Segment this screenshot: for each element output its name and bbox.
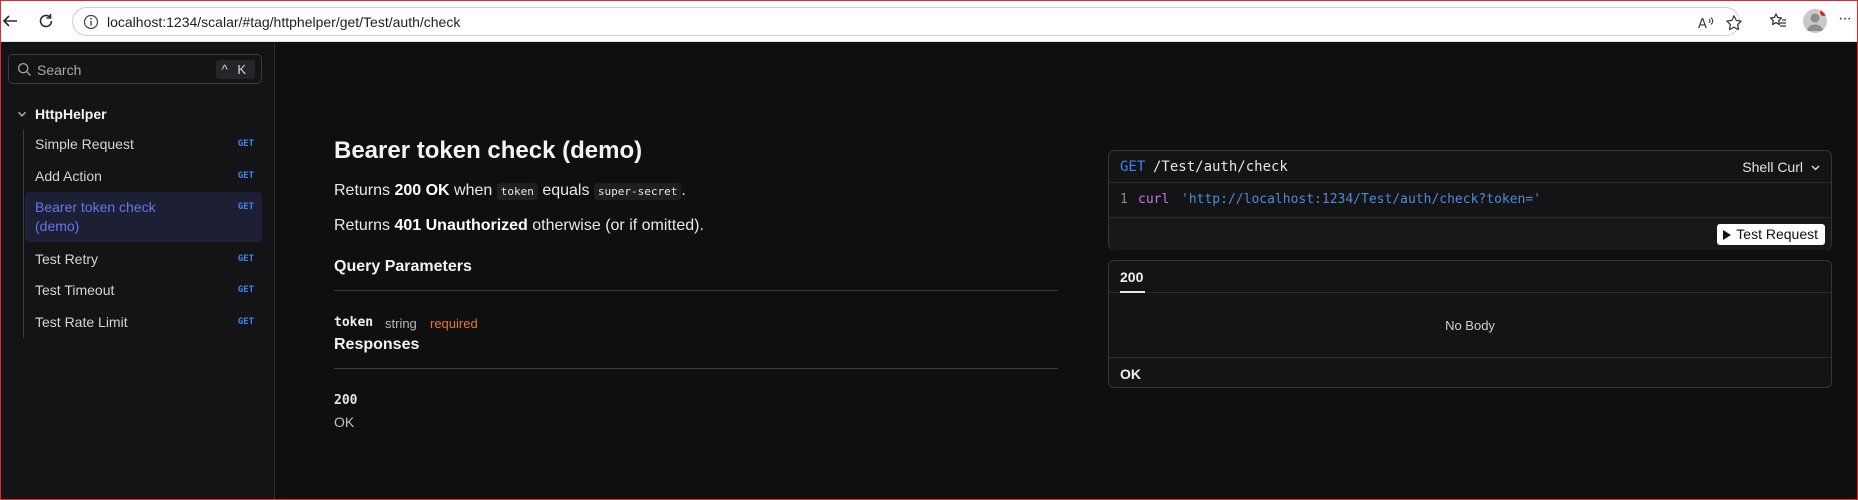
- code-keyword: curl: [1138, 192, 1170, 207]
- profile-avatar[interactable]: [1803, 9, 1827, 33]
- request-method: GET: [1120, 159, 1146, 175]
- param-type: string: [385, 316, 417, 331]
- sidebar-item-label: Test Retry: [35, 251, 99, 267]
- desc-text: Returns: [334, 182, 395, 199]
- site-info-icon[interactable]: [83, 14, 99, 30]
- chevron-down-icon[interactable]: [1810, 162, 1821, 173]
- request-card-footer: Test Request: [1109, 217, 1831, 250]
- desc-text: .: [681, 182, 686, 199]
- sidebar-item-label: Simple Request: [35, 136, 134, 152]
- favorite-star-icon[interactable]: [1724, 13, 1744, 33]
- inline-code: super-secret: [593, 183, 682, 200]
- method-badge: GET: [237, 254, 254, 264]
- response-body-empty: No Body: [1445, 317, 1495, 333]
- sidebar-group-title: HttpHelper: [35, 106, 107, 122]
- desc-text: equals: [537, 182, 594, 199]
- search-placeholder: Search: [37, 62, 82, 78]
- param-name: token: [334, 315, 374, 330]
- more-menu-icon[interactable]: ···: [1838, 10, 1852, 28]
- response-description: OK: [334, 414, 355, 430]
- tree-guide-line: [23, 130, 24, 338]
- param-required-badge: required: [430, 316, 478, 331]
- inline-code: token: [496, 183, 538, 200]
- sidebar-item-bearer-token-check[interactable]: Bearer token check (demo) GET: [25, 192, 262, 242]
- response-status-code: 200: [334, 393, 358, 408]
- desc-text: Returns: [334, 217, 395, 234]
- chevron-down-icon: [18, 111, 26, 117]
- search-shortcut-badge: ^ K: [215, 60, 255, 79]
- client-selector[interactable]: Shell Curl: [1742, 159, 1803, 175]
- divider: [334, 368, 1058, 369]
- page-title: Bearer token check (demo): [334, 137, 643, 164]
- request-example-card: GET /Test/auth/check Shell Curl 1 curl '…: [1108, 150, 1832, 250]
- desc-text: when: [449, 182, 497, 199]
- sidebar-item-simple-request[interactable]: Simple Request GET: [25, 130, 262, 158]
- sidebar-item-test-timeout[interactable]: Test Timeout GET: [25, 276, 262, 304]
- sidebar-item-label: Test Timeout: [35, 282, 115, 298]
- response-tabs: 200: [1109, 261, 1831, 293]
- favorites-icon[interactable]: [1768, 11, 1788, 31]
- sidebar-item-test-retry[interactable]: Test Retry GET: [25, 245, 262, 273]
- main-content: Bearer token check (demo) Returns 200 OK…: [276, 42, 1858, 500]
- sidebar-item-label: Bearer token check (demo): [35, 199, 156, 234]
- description-line-2: Returns 401 Unauthorized otherwise (or i…: [334, 217, 704, 235]
- desc-bold: 200 OK: [394, 182, 450, 199]
- code-url: 'http://localhost:1234/Test/auth/check?t…: [1181, 192, 1542, 207]
- tab-200[interactable]: 200: [1120, 269, 1143, 285]
- method-badge: GET: [237, 285, 254, 295]
- desc-bold: 401 Unauthorized: [394, 217, 528, 234]
- sidebar-item-add-action[interactable]: Add Action GET: [25, 162, 262, 190]
- description-line-1: Returns 200 OK when token equals super-s…: [334, 182, 686, 200]
- browser-toolbar: localhost:1234/scalar/#tag/httphelper/ge…: [0, 0, 1858, 42]
- sidebar-item-test-rate-limit[interactable]: Test Rate Limit GET: [25, 308, 262, 336]
- method-badge: GET: [237, 317, 254, 327]
- search-icon: [17, 62, 32, 77]
- test-request-button[interactable]: Test Request: [1717, 224, 1825, 245]
- sidebar-group-httphelper[interactable]: HttpHelper: [16, 104, 107, 124]
- desc-text: otherwise (or if omitted).: [527, 217, 704, 234]
- responses-heading: Responses: [334, 336, 420, 353]
- url-text[interactable]: localhost:1234/scalar/#tag/httphelper/ge…: [107, 14, 460, 30]
- play-icon: [1723, 229, 1732, 240]
- request-path: /Test/auth/check: [1153, 159, 1288, 175]
- sidebar-item-label: Add Action: [35, 168, 102, 184]
- address-bar[interactable]: localhost:1234/scalar/#tag/httphelper/ge…: [72, 7, 1742, 36]
- response-card-footer: OK: [1109, 357, 1831, 388]
- sidebar: Search ^ K HttpHelper Simple Request GET…: [0, 42, 275, 500]
- response-status-text: OK: [1120, 366, 1141, 382]
- code-block: 1 curl 'http://localhost:1234/Test/auth/…: [1109, 183, 1831, 217]
- method-badge: GET: [237, 139, 254, 149]
- test-request-label: Test Request: [1736, 226, 1818, 242]
- sidebar-item-label: Test Rate Limit: [35, 314, 128, 330]
- response-example-card: 200 No Body OK: [1108, 260, 1832, 388]
- search-input[interactable]: Search ^ K: [8, 54, 262, 84]
- notification-dot: [1820, 9, 1827, 16]
- query-parameters-heading: Query Parameters: [334, 258, 472, 275]
- refresh-icon[interactable]: [36, 11, 56, 31]
- divider: [334, 290, 1058, 291]
- request-card-header: GET /Test/auth/check Shell Curl: [1109, 151, 1831, 183]
- read-aloud-icon[interactable]: A: [1697, 13, 1717, 33]
- method-badge: GET: [237, 171, 254, 181]
- back-icon[interactable]: [0, 11, 20, 31]
- line-number: 1: [1120, 192, 1128, 207]
- method-badge: GET: [237, 202, 254, 212]
- svg-text:A: A: [1698, 17, 1707, 31]
